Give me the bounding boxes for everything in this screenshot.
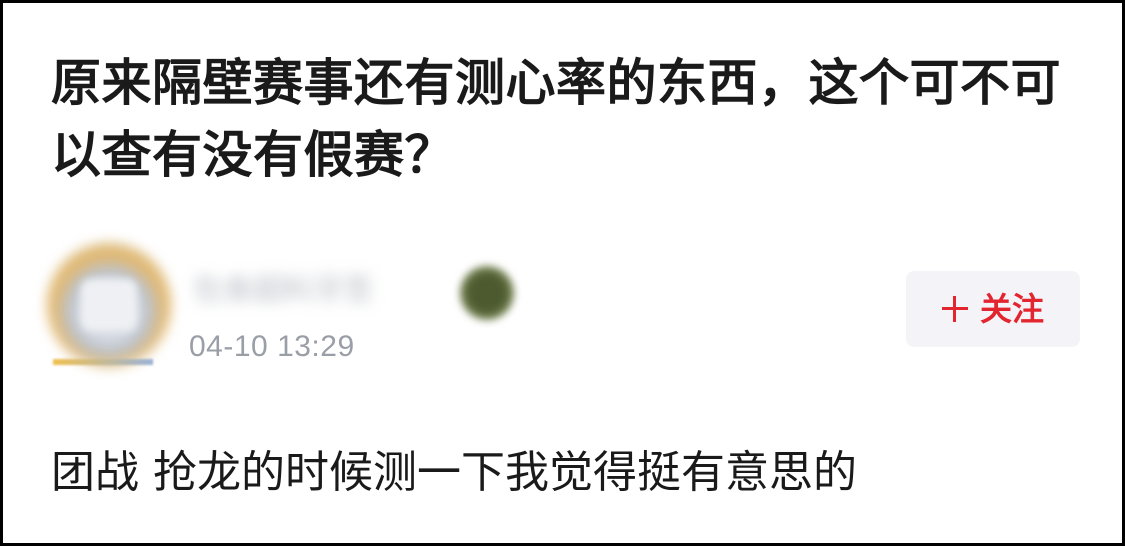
username[interactable]: 包食超料牙签 <box>193 265 463 317</box>
follow-button[interactable]: 关注 <box>906 271 1080 347</box>
post-title: 原来隔壁赛事还有测心率的东西，这个可不可以查有没有假赛？ <box>51 54 1061 184</box>
post-timestamp: 04-10 13:29 <box>189 330 355 363</box>
avatar-decoration <box>53 359 153 365</box>
avatar-image <box>81 279 137 331</box>
post-card: 原来隔壁赛事还有测心率的东西，这个可不可以查有没有假赛？ 包食超料牙签 04-1… <box>3 3 1122 543</box>
plus-icon <box>941 296 968 322</box>
post-content: 团战 抢龙的时候测一下我觉得挺有意思的 <box>51 447 857 498</box>
author-row: 包食超料牙签 04-10 13:29 关注 <box>47 243 1087 368</box>
user-level-badge-icon <box>460 266 514 320</box>
follow-button-label: 关注 <box>979 290 1044 328</box>
